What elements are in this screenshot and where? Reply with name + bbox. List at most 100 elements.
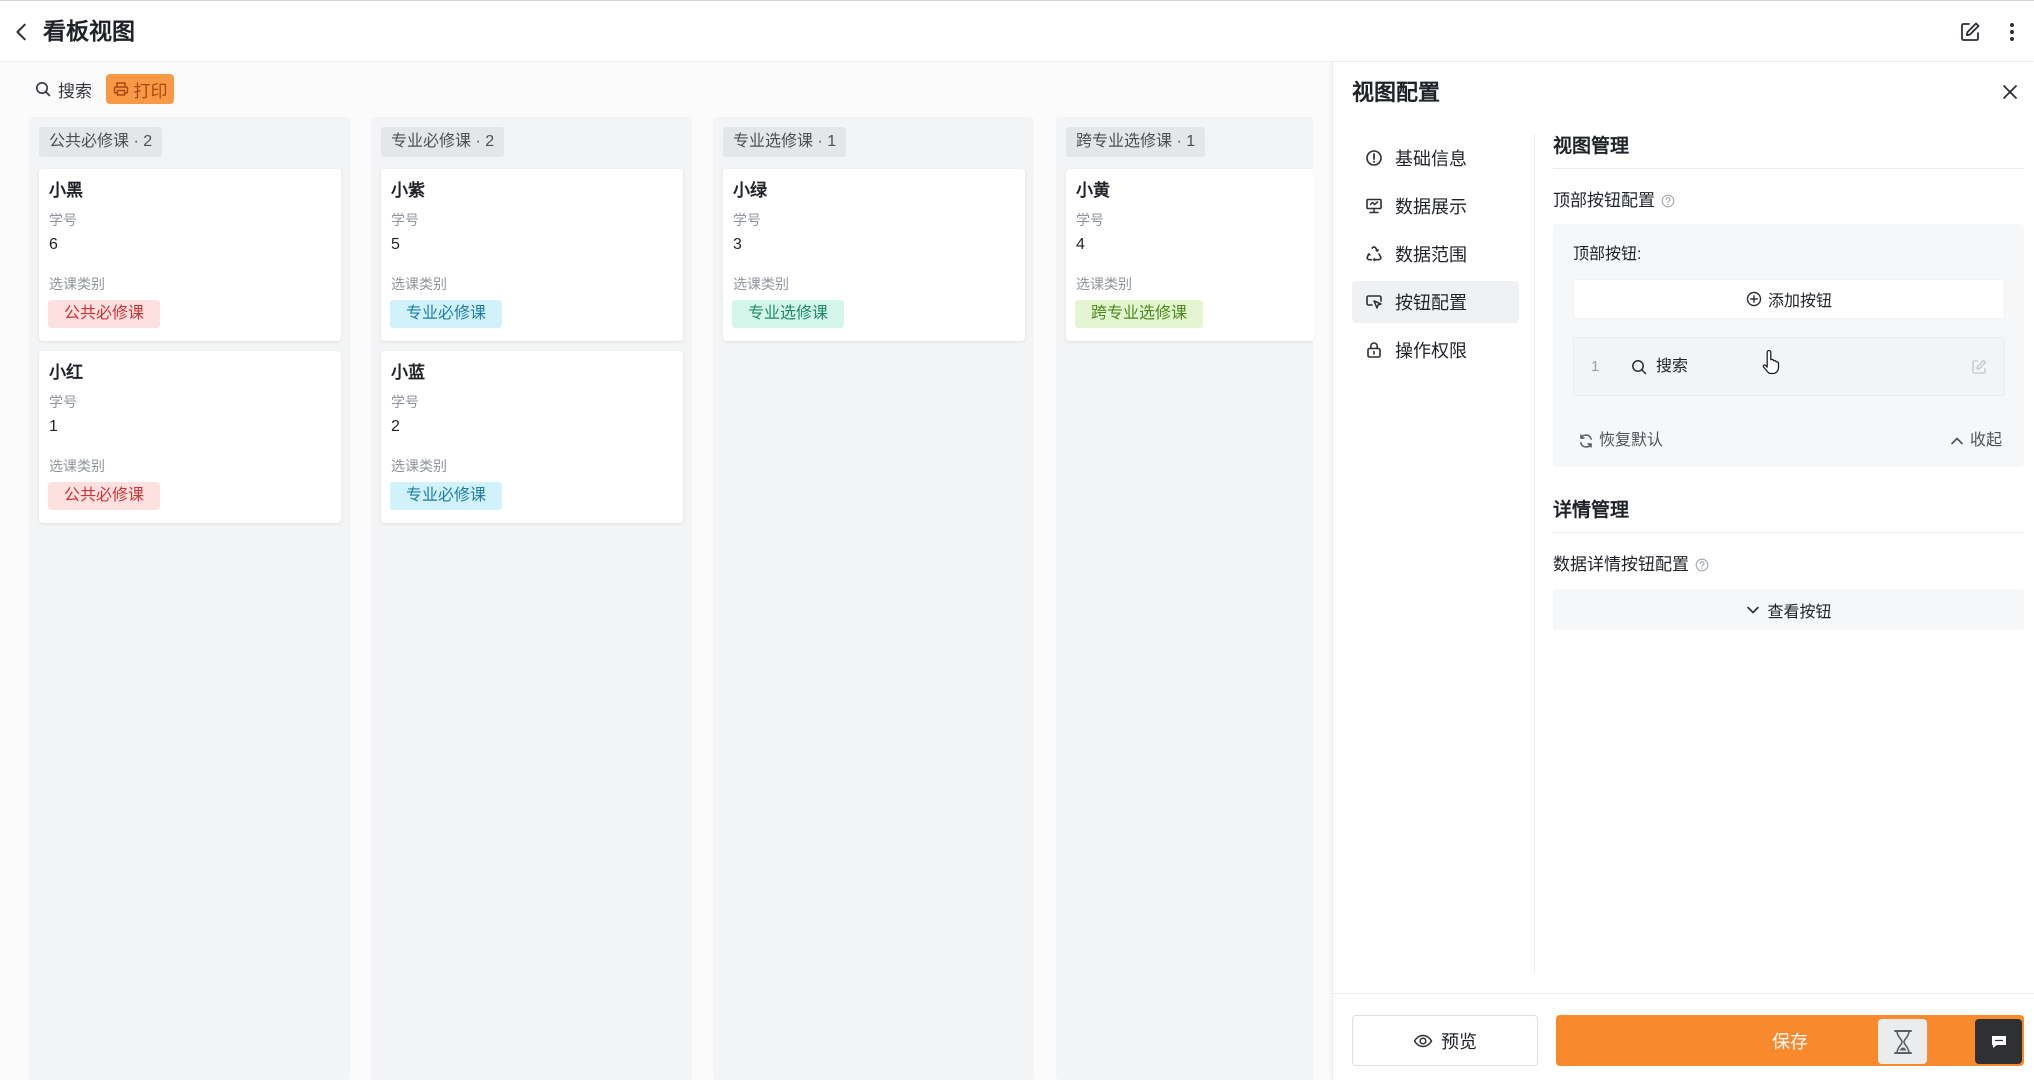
refresh-icon [1578,433,1594,449]
card-field-value: 1 [49,418,58,435]
section-heading-view-management: 视图管理 [1553,136,1630,157]
panel-title: 视图配置 [1352,80,1441,105]
kanban-card[interactable]: 小黄 学号 4 选课类别 跨专业选修课 [1066,169,1313,341]
scope-icon [1365,245,1383,263]
restore-default-label: 恢复默认 [1599,432,1664,449]
kanban-board: 搜索 打印 公共必修课 · 2 小黑 学号 6 选课类别 公共必修课 小红 学号… [0,62,1332,1080]
eye-icon [1413,1031,1433,1051]
page-title: 看板视图 [43,18,135,44]
collapse-label: 收起 [1969,432,2002,449]
section-heading-detail-management: 详情管理 [1553,500,1630,521]
add-button-label: 添加按钮 [1767,293,1832,310]
kanban-column: 公共必修课 · 2 小黑 学号 6 选课类别 公共必修课 小红 学号 1 选课类… [29,117,350,1080]
search-button[interactable]: 搜索 [35,74,92,104]
nav-item-basic-info[interactable]: 基础信息 [1352,137,1519,179]
search-icon [1631,359,1647,375]
card-field-label: 学号 [391,394,419,410]
column-header: 专业必修课 · 2 [381,127,505,157]
kanban-card[interactable]: 小绿 学号 3 选课类别 专业选修课 [723,169,1025,341]
category-tag: 专业必修课 [390,300,503,328]
collapse-button[interactable]: 收起 [1949,430,2002,452]
top-buttons-config-label: 顶部按钮配置 [1553,190,1675,212]
view-buttons-label: 查看按钮 [1767,603,1832,621]
plus-circle-icon [1746,291,1762,307]
chevron-down-icon [1745,602,1761,618]
kanban-column: 跨专业选修课 · 1 小黄 学号 4 选课类别 跨专业选修课 [1056,117,1313,1080]
print-button[interactable]: 打印 [106,74,174,104]
card-name: 小黑 [49,181,83,200]
card-field-label: 选课类别 [733,276,789,292]
search-icon [35,81,51,97]
card-field-label: 选课类别 [49,458,105,474]
card-field-label: 学号 [391,212,419,228]
print-button-label: 打印 [133,81,168,101]
kanban-column: 专业必修课 · 2 小紫 学号 5 选课类别 专业必修课 小蓝 学号 2 选课类… [371,117,692,1080]
chevron-up-icon [1949,433,1965,449]
card-field-label: 选课类别 [391,276,447,292]
nav-item-label: 数据展示 [1395,197,1467,217]
card-name: 小紫 [391,181,425,200]
kanban-card[interactable]: 小蓝 学号 2 选课类别 专业必修课 [381,351,683,523]
card-field-value: 2 [391,418,400,435]
view-config-panel: 视图配置 基础信息 数据展示 数据范围 按钮配置 操作权限 视图管理 顶部按钮配… [1332,62,2034,1080]
detail-buttons-config-label: 数据详情按钮配置 [1553,554,1709,576]
config-nav: 基础信息 数据展示 数据范围 按钮配置 操作权限 [1352,137,1519,377]
more-vertical-icon[interactable] [2002,20,2022,44]
top-bar: 看板视图 [0,0,2034,62]
detail-buttons-config-text: 数据详情按钮配置 [1553,555,1689,574]
card-name: 小黄 [1076,181,1110,200]
kanban-card[interactable]: 小黑 学号 6 选课类别 公共必修课 [39,169,341,341]
add-button[interactable]: 添加按钮 [1573,279,2005,319]
view-buttons-expand[interactable]: 查看按钮 [1553,589,2024,630]
card-field-label: 学号 [733,212,761,228]
nav-item-label: 数据范围 [1395,245,1467,265]
chevron-left-icon[interactable] [11,21,33,43]
chat-icon[interactable] [1975,1019,2022,1064]
close-icon[interactable] [1999,81,2021,103]
card-field-value: 5 [391,236,400,253]
card-name: 小绿 [733,181,767,200]
edit-icon[interactable] [1958,20,1982,44]
kanban-card[interactable]: 小红 学号 1 选课类别 公共必修课 [39,351,341,523]
help-icon[interactable] [1695,558,1709,572]
preview-button[interactable]: 预览 [1352,1015,1538,1066]
card-field-label: 选课类别 [49,276,105,292]
column-header: 公共必修课 · 2 [39,127,163,157]
category-tag: 跨专业选修课 [1075,300,1204,328]
save-button-label: 保存 [1772,1031,1808,1052]
nav-item-data-scope[interactable]: 数据范围 [1352,233,1519,275]
preview-button-label: 预览 [1441,1031,1477,1052]
card-field-value: 6 [49,236,58,253]
search-button-label: 搜索 [58,81,92,101]
display-icon [1365,197,1383,215]
nav-item-button-config[interactable]: 按钮配置 [1352,281,1519,323]
card-name: 小蓝 [391,363,425,382]
column-header: 专业选修课 · 1 [723,127,847,157]
column-header: 跨专业选修课 · 1 [1066,127,1206,157]
restore-default-button[interactable]: 恢复默认 [1578,430,1663,452]
footer-divider [1333,993,2034,994]
card-field-label: 选课类别 [1076,276,1132,292]
top-buttons-label: 顶部按钮: [1573,246,1642,263]
nav-item-label: 操作权限 [1395,341,1467,361]
button-config-icon [1365,293,1383,311]
edit-icon[interactable] [1970,358,1988,376]
save-button[interactable]: 保存 [1556,1015,2024,1066]
kanban-column: 专业选修课 · 1 小绿 学号 3 选课类别 专业选修课 [713,117,1034,1080]
kanban-columns: 公共必修课 · 2 小黑 学号 6 选课类别 公共必修课 小红 学号 1 选课类… [0,117,1313,1080]
nav-item-permissions[interactable]: 操作权限 [1352,329,1519,371]
help-icon[interactable] [1661,194,1675,208]
hourglass-icon[interactable] [1878,1019,1927,1064]
nav-item-label: 按钮配置 [1395,293,1467,313]
panel-divider [1534,134,1535,973]
nav-item-data-display[interactable]: 数据展示 [1352,185,1519,227]
card-field-label: 选课类别 [391,458,447,474]
top-buttons-config-text: 顶部按钮配置 [1553,191,1655,210]
row-label: 搜索 [1656,358,1689,375]
top-buttons-box: 顶部按钮: 添加按钮 1 搜索 恢复默认 收起 [1553,224,2024,467]
configured-button-row[interactable]: 1 搜索 [1573,337,2005,396]
kanban-card[interactable]: 小紫 学号 5 选课类别 专业必修课 [381,169,683,341]
nav-item-label: 基础信息 [1395,149,1467,169]
section-divider [1553,168,2024,169]
card-name: 小红 [49,363,83,382]
